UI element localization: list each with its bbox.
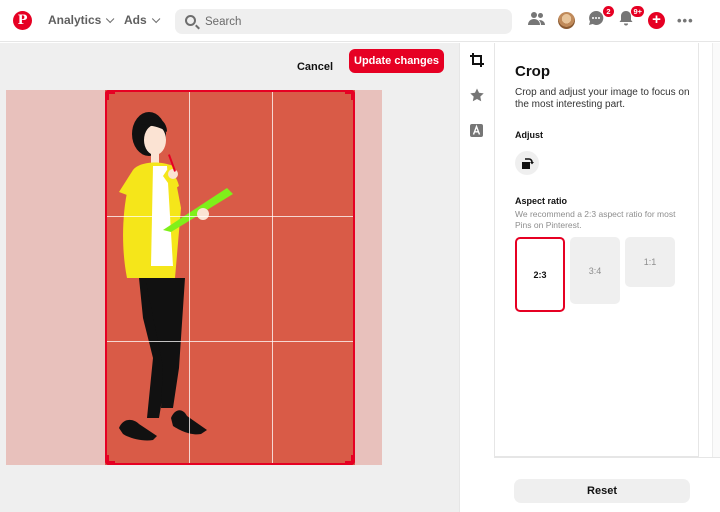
ratio-3-4-button[interactable]: 3:4: [570, 237, 620, 304]
adjust-label: Adjust: [515, 130, 543, 140]
ratio-2-3-button[interactable]: 2:3: [515, 237, 565, 312]
people-icon[interactable]: [528, 10, 548, 30]
panel-title: Crop: [515, 63, 550, 80]
chevron-down-icon: [151, 14, 161, 24]
text-icon[interactable]: [470, 124, 485, 139]
image-editor: Cancel Update changes: [0, 43, 459, 512]
more-options-icon[interactable]: •••: [677, 13, 694, 28]
messages-badge: 2: [603, 6, 614, 17]
grid-line-horizontal-2: [107, 341, 353, 342]
update-changes-button[interactable]: Update changes: [349, 49, 444, 73]
crop-frame[interactable]: [105, 90, 355, 465]
panel-description: Crop and adjust your image to focus on t…: [515, 87, 690, 110]
search-icon: [185, 15, 196, 26]
grid-line-horizontal-1: [107, 216, 353, 217]
ads-label: Ads: [124, 13, 147, 27]
aspect-ratio-description: We recommend a 2:3 aspect ratio for most…: [515, 209, 676, 230]
star-icon[interactable]: [470, 88, 485, 103]
crop-handle-bottom-right[interactable]: [345, 455, 355, 465]
tool-strip: [459, 43, 494, 512]
messages-icon[interactable]: 2: [588, 6, 614, 30]
notifications-badge: 9+: [631, 6, 644, 17]
top-nav: P Analytics Ads 2 9+ + •••: [0, 0, 720, 42]
crop-panel: Crop Crop and adjust your image to focus…: [494, 43, 699, 457]
crop-handle-top-right[interactable]: [345, 90, 355, 100]
rotate-button[interactable]: [515, 151, 539, 175]
panel-footer: Reset: [494, 457, 720, 512]
chevron-down-icon: [106, 14, 115, 24]
analytics-menu[interactable]: Analytics: [48, 13, 115, 27]
ads-menu[interactable]: Ads: [124, 13, 161, 27]
reset-button[interactable]: Reset: [514, 479, 690, 503]
search-bar[interactable]: [175, 9, 512, 34]
ratio-1-1-button[interactable]: 1:1: [625, 237, 675, 287]
panel-scrollbar[interactable]: [712, 43, 720, 457]
search-input[interactable]: [205, 9, 505, 34]
rotate-icon: [522, 158, 534, 169]
avatar[interactable]: [558, 12, 575, 29]
create-plus-icon[interactable]: +: [648, 12, 665, 29]
analytics-label: Analytics: [48, 13, 102, 27]
crop-handle-top-left[interactable]: [105, 90, 115, 100]
notifications-icon[interactable]: 9+: [618, 6, 644, 30]
grid-line-vertical-1: [189, 92, 190, 463]
crop-handle-bottom-left[interactable]: [105, 455, 115, 465]
grid-line-vertical-2: [272, 92, 273, 463]
crop-icon[interactable]: [470, 53, 485, 68]
cancel-button[interactable]: Cancel: [290, 54, 340, 80]
pinterest-logo-icon[interactable]: P: [13, 11, 32, 30]
aspect-ratio-label: Aspect ratio: [515, 196, 568, 206]
